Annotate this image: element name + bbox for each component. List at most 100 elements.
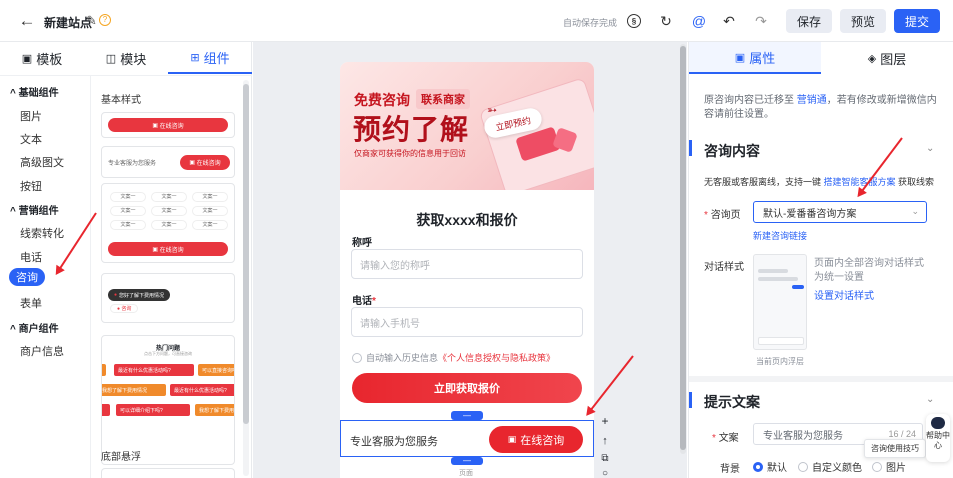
section-bottom-float: 底部悬浮 (101, 452, 141, 463)
chevron-down-icon[interactable]: ⌄ (926, 143, 934, 154)
item-button[interactable]: 按钮 (20, 178, 42, 194)
dialog-style-thumbnail[interactable] (753, 254, 807, 350)
background-label: 背景 (720, 464, 740, 475)
chevron-down-icon[interactable]: ⌄ (926, 394, 934, 405)
privacy-link[interactable]: 《个人信息授权与隐私政策》 (438, 351, 555, 364)
tab-module[interactable]: ◫ 模块 (84, 42, 168, 74)
scrollbar-thumb[interactable] (243, 84, 249, 424)
style-preview-2[interactable]: 专业客服为您服务 ▣ 在线咨询 (101, 146, 235, 178)
marketing-link[interactable]: 营销通 (797, 95, 827, 106)
online-consult-button[interactable]: ▣ 在线咨询 (489, 426, 583, 453)
left-panel: ▣ 模板 ◫ 模块 ⊞ 组件 ^ 基础组件 图片 文本 高级图文 按钮 ^ 营销组件 … (0, 42, 252, 478)
float-tail-label: 页面 (459, 470, 473, 477)
redo-icon[interactable]: ↷ (752, 12, 770, 30)
properties-icon: ▣ (734, 51, 746, 64)
chat-icon: ▣ (507, 434, 517, 444)
grid-cell: 文案一 (110, 206, 146, 216)
get-quote-button[interactable]: 立即获取报价 (352, 373, 582, 403)
layers-icon: ◈ (867, 52, 877, 65)
style-preview-6[interactable] (101, 468, 235, 478)
undo-icon[interactable]: ↶ (720, 12, 738, 30)
history-icon[interactable]: § (627, 14, 641, 28)
tab-template[interactable]: ▣ 模板 (0, 42, 84, 74)
grid-cell: 文案一 (151, 192, 187, 202)
grid-cell: 文案一 (151, 206, 187, 216)
item-lead[interactable]: 线索转化 (20, 225, 64, 241)
migration-notice: 原咨询内容已迁移至 营销通，若有修改或新增微信内容请前往设置。 (704, 95, 937, 120)
grid-cell: 文案一 (192, 192, 228, 202)
grid-cell: 文案一 (110, 220, 146, 230)
grid-cell: 文案一 (192, 220, 228, 230)
tab-layers[interactable]: ◈ 图层 (821, 42, 953, 74)
char-counter: 16 / 24 (888, 429, 916, 439)
name-label: 称呼 (352, 238, 372, 249)
style-preview-5[interactable]: 热门问题 点击下方问题，可直接咨询 最近有什么优惠活动吗? 可以直接咨询吗? 我… (101, 335, 235, 465)
form-title: 获取xxxx和报价 (416, 212, 518, 228)
info-icon[interactable]: ? (99, 14, 111, 26)
section-basic-style: 基本样式 (101, 95, 141, 106)
component-icon: ⊞ (190, 51, 200, 64)
phone-input[interactable]: 请输入手机号 (351, 307, 583, 337)
move-up-icon[interactable]: ↑ (598, 434, 612, 448)
scrollbar-track[interactable] (243, 80, 249, 476)
at-icon[interactable]: @ (690, 12, 708, 30)
bg-option-default[interactable]: 默认 (753, 459, 787, 474)
more-icon[interactable]: ○ (598, 470, 612, 478)
category-basic[interactable]: ^ 基础组件 (10, 84, 59, 99)
drag-handle-top[interactable]: — (451, 411, 483, 420)
bg-option-custom[interactable]: 自定义颜色 (798, 459, 862, 474)
tab-properties[interactable]: ▣ 属性 (689, 42, 821, 74)
dialog-caption: 当前页内浮层 (756, 357, 804, 366)
consent-row[interactable]: 自动输入历史信息 《个人信息授权与隐私政策》 (352, 351, 555, 364)
name-input[interactable]: 请输入您的称呼 (351, 249, 583, 279)
copy-icon[interactable]: ⧉ (598, 452, 612, 466)
style-preview-1[interactable]: ▣ 在线咨询 (101, 112, 235, 138)
item-text[interactable]: 文本 (20, 131, 42, 147)
consult-page-label: * 咨询页 (704, 210, 741, 221)
preview-button[interactable]: 预览 (840, 9, 886, 33)
refresh-icon[interactable]: ↻ (657, 12, 675, 30)
new-consult-link[interactable]: 新建咨询链接 (753, 229, 807, 242)
item-rich-text[interactable]: 高级图文 (20, 154, 64, 170)
add-icon[interactable]: + (598, 414, 612, 428)
item-merchant-info[interactable]: 商户信息 (20, 343, 64, 359)
save-button[interactable]: 保存 (786, 9, 832, 33)
grid-cell: 文案一 (151, 220, 187, 230)
style-preview-4[interactable]: ● 您好了解下费用情况 ● 咨询 (101, 273, 235, 323)
pencil-icon[interactable]: ✎ (86, 13, 97, 29)
item-form[interactable]: 表单 (20, 295, 42, 311)
set-dialog-style-link[interactable]: 设置对话样式 (814, 287, 874, 302)
dialog-style-desc: 页面内全部咨询对话样式为统一设置 (814, 258, 924, 283)
template-icon: ▣ (21, 52, 33, 65)
category-marketing[interactable]: ^ 营销组件 (10, 202, 59, 217)
grid-cell: 文案一 (192, 206, 228, 216)
banner-headline: 预约了解 (353, 114, 470, 145)
float-text: 专业客服为您服务 (350, 436, 438, 448)
banner-tag: 免费咨询 (354, 92, 410, 108)
style-preview-3[interactable]: 文案一 文案一 文案一 文案一 文案一 文案一 文案一 文案一 文案一 ▣ 在线咨询 (101, 183, 235, 263)
grid-cell: 文案一 (110, 192, 146, 202)
item-image[interactable]: 图片 (20, 108, 42, 124)
item-phone[interactable]: 电话 (20, 249, 42, 265)
tab-component[interactable]: ⊞ 组件 (168, 42, 252, 74)
help-center-widget[interactable]: 帮助中心 (926, 414, 950, 462)
dialog-style-label: 对话样式 (704, 262, 744, 273)
arrow-left-icon[interactable]: ← (18, 11, 36, 30)
consult-page-select[interactable]: 默认-爱番番咨询方案 ⌄ (753, 201, 927, 223)
phone-label: 电话* (352, 296, 376, 307)
submit-button[interactable]: 提交 (894, 9, 940, 33)
canvas-scrollbar[interactable] (680, 44, 686, 454)
canvas-scrollbar-thumb[interactable] (680, 46, 686, 450)
item-consult[interactable]: 咨询 (9, 268, 45, 286)
smart-service-link[interactable]: 搭建智能客服方案 (824, 177, 896, 187)
banner-tag-2: 联系商家 (416, 89, 470, 109)
floating-consult-bar[interactable]: 专业客服为您服务 ▣ 在线咨询 (340, 420, 594, 457)
tooltip: 咨询使用技巧 (864, 439, 926, 458)
drag-handle-bottom[interactable]: — (451, 457, 483, 465)
autosave-status: 自动保存完成 (563, 18, 618, 28)
top-bar: ← 新建站点 ✎ ? 自动保存完成 § ↻ @ ↶ ↷ 保存 预览 提交 (0, 0, 953, 42)
consent-radio[interactable] (352, 352, 362, 363)
bg-option-image[interactable]: 图片 (872, 459, 906, 474)
category-merchant[interactable]: ^ 商户组件 (10, 320, 59, 335)
module-icon: ◫ (105, 52, 117, 65)
